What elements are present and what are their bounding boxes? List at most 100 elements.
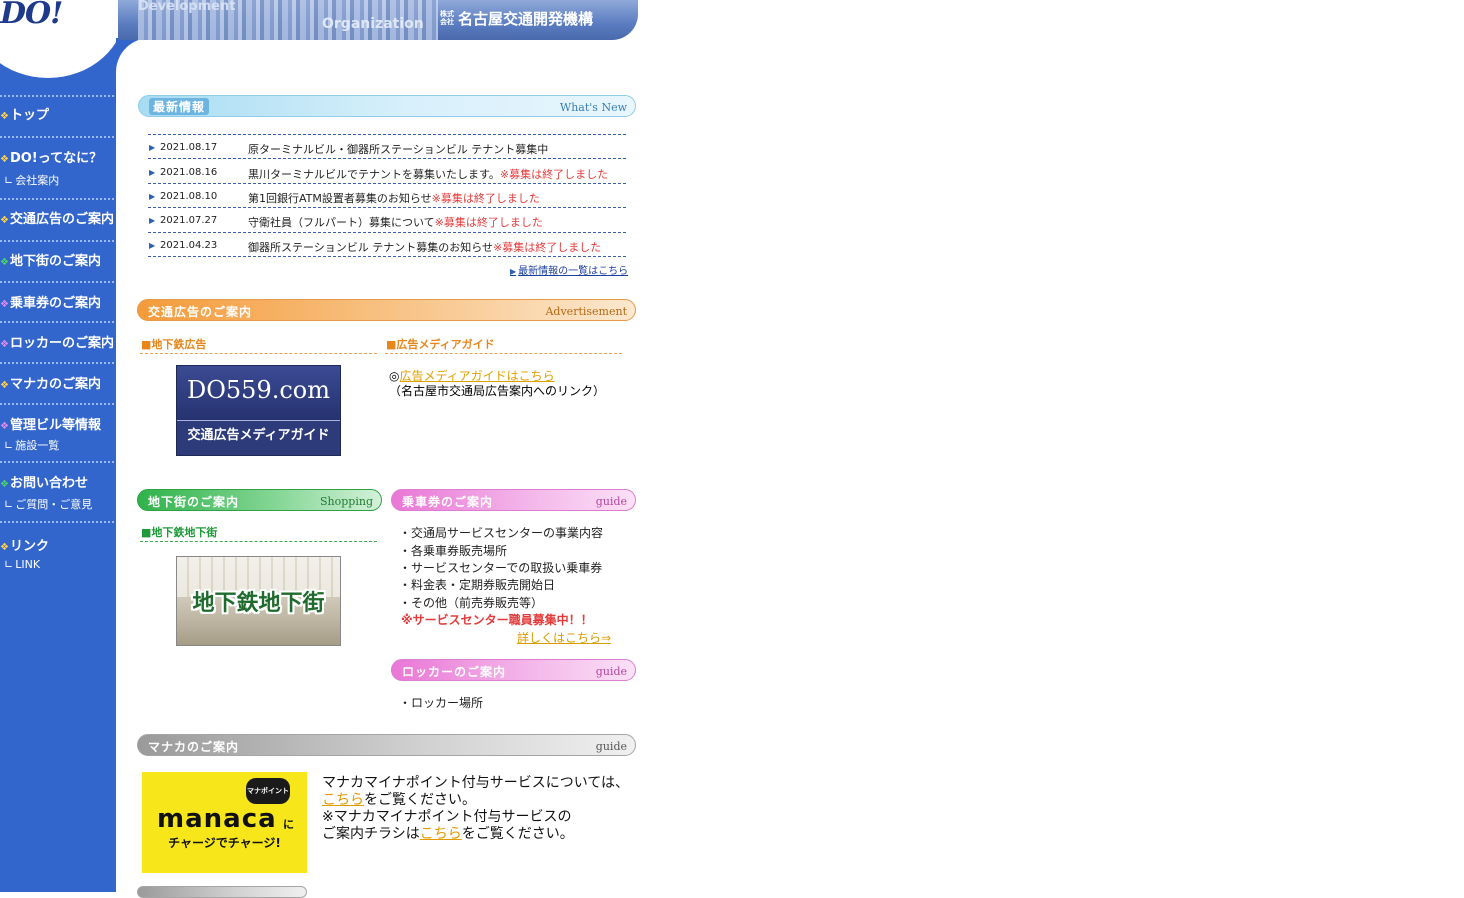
sidebar-item-buildings[interactable]: ❖管理ビル等情報 xyxy=(0,414,101,433)
nav-divider xyxy=(0,136,114,138)
ticket-item[interactable]: ・料金表・定期券販売開始日 xyxy=(399,576,555,593)
manaca-flyer-link[interactable]: こちら xyxy=(420,826,462,842)
manaca-ni: に xyxy=(283,818,294,831)
manaca-logo: manaca xyxy=(157,804,277,834)
underground-mall-image-label: 地下鉄地下街 xyxy=(192,591,325,616)
recruit-detail-link[interactable]: 詳しくはこちら⇒ xyxy=(517,629,611,646)
manaca-image[interactable]: マナポイント manaca に チャージでチャージ! xyxy=(142,772,307,873)
manaca-line-4: ご案内チラシはこちらをご覧ください。 xyxy=(322,826,574,842)
news-divider xyxy=(148,256,626,257)
nav-divider xyxy=(0,281,114,283)
service-center-recruit: ※サービスセンター職員募集中！！ xyxy=(401,613,593,627)
lockers-section-bar: ロッカーのご案内 guide xyxy=(391,659,636,681)
sidebar-sub-facilities[interactable]: ∟ 施設一覧 xyxy=(4,437,59,453)
news-divider xyxy=(148,158,626,159)
advertisement-heading: 交通広告のご案内 xyxy=(148,305,253,319)
sidebar-item-tickets[interactable]: ❖乗車券のご案内 xyxy=(0,292,101,311)
sidebar-item-underground[interactable]: ❖地下街のご案内 xyxy=(0,250,101,269)
company-prefix: 株式会社 xyxy=(440,10,454,26)
ticket-item[interactable]: ・各乗車券販売場所 xyxy=(399,542,507,559)
next-section-bar xyxy=(137,886,307,898)
diamond-bullet-icon: ❖ xyxy=(0,380,9,391)
diamond-bullet-icon: ❖ xyxy=(0,542,9,553)
sidebar-item-advertisement[interactable]: ❖交通広告のご案内 xyxy=(0,208,114,227)
subway-ad-heading: ■地下鉄広告 xyxy=(141,338,207,351)
news-divider xyxy=(148,183,626,184)
news-heading-en: What's New xyxy=(559,101,627,114)
media-guide-heading: ■広告メディアガイド xyxy=(386,338,495,351)
nav-divider xyxy=(0,240,114,242)
tickets-section-bar: 乗車券のご案内 guide xyxy=(391,489,636,511)
ad-banner-label: 交通広告メディアガイド xyxy=(187,428,330,443)
triangle-right-icon: ▶ xyxy=(149,216,156,225)
banner-word-organization: Organization xyxy=(322,16,424,32)
diamond-bullet-icon: ❖ xyxy=(0,479,9,490)
lockers-heading-en: guide xyxy=(595,665,627,678)
sidebar-item-top[interactable]: ❖トップ xyxy=(0,104,49,123)
underground-mall-image[interactable]: 地下鉄地下街 xyxy=(176,556,341,646)
sidebar-sub-inquiry[interactable]: ∟ ご質問・ご意見 xyxy=(4,496,92,512)
triangle-right-icon: ▶ xyxy=(149,192,156,201)
locker-item[interactable]: ・ロッカー場所 xyxy=(399,694,483,711)
nav-divider xyxy=(0,95,114,97)
sidebar-item-about[interactable]: ❖DO!ってなに？ xyxy=(0,147,102,166)
news-title[interactable]: 黒川ターミナルビルでテナントを募集いたします。※募集は終了しました xyxy=(248,166,608,182)
lockers-heading: ロッカーのご案内 xyxy=(402,665,507,679)
news-date: 2021.08.16 xyxy=(160,167,218,178)
news-title[interactable]: 御器所ステーションビル テナント募集のお知らせ※募集は終了しました xyxy=(248,239,601,255)
media-guide-note: （名古屋市交通局広告案内へのリンク） xyxy=(389,384,606,398)
triangle-right-icon: ▶ xyxy=(510,267,517,276)
company-name[interactable]: 名古屋交通開発機構 xyxy=(458,8,593,29)
sidebar-item-links[interactable]: ❖リンク xyxy=(0,535,49,554)
sidebar: DO! ❖トップ ❖DO!ってなに？ ∟ 会社案内 ❖交通広告のご案内 ❖地下街の… xyxy=(0,0,126,892)
media-guide-link[interactable]: 広告メディアガイドはこちら xyxy=(399,369,554,383)
ticket-item[interactable]: ・交通局サービスセンターの事業内容 xyxy=(399,524,603,541)
sidebar-item-manaca[interactable]: ❖マナカのご案内 xyxy=(0,373,101,392)
sidebar-sub-link[interactable]: ∟ LINK xyxy=(4,558,40,571)
news-divider xyxy=(148,134,626,135)
manaca-heading: マナカのご案内 xyxy=(148,740,240,754)
ad-media-guide-banner[interactable]: DO559.com 交通広告メディアガイド xyxy=(176,365,341,456)
header-banner: Development Organization 株式会社 名古屋交通開発機構 xyxy=(118,0,638,40)
ticket-item[interactable]: ・サービスセンターでの取扱い乗車券 xyxy=(399,559,602,576)
underground-mall-divider xyxy=(140,541,377,542)
nav-divider xyxy=(0,362,114,364)
site-logo[interactable]: DO! xyxy=(0,0,63,31)
triangle-right-icon: ▶ xyxy=(149,168,156,177)
triangle-right-icon: ▶ xyxy=(149,143,156,152)
sidebar-sub-company[interactable]: ∟ 会社案内 xyxy=(4,172,59,188)
sidebar-item-lockers[interactable]: ❖ロッカーのご案内 xyxy=(0,332,114,351)
news-date: 2021.04.23 xyxy=(160,240,218,251)
news-more-link[interactable]: ▶ 最新情報の一覧はこちら xyxy=(510,262,628,277)
subway-ad-divider xyxy=(140,353,377,354)
tickets-heading-en: guide xyxy=(595,495,627,508)
news-title[interactable]: 第1回銀行ATM設置者募集のお知らせ※募集は終了しました xyxy=(248,190,540,206)
sidebar-item-contact[interactable]: ❖お問い合わせ xyxy=(0,472,88,491)
manaca-charge-text: チャージでチャージ! xyxy=(168,836,281,850)
advertisement-section-bar: 交通広告のご案内 Advertisement xyxy=(137,299,636,321)
news-item[interactable]: ▶ 2021.07.27 守衛社員（フルパート）募集について※募集は終了しました xyxy=(148,210,626,234)
underground-mall-heading: ■地下鉄地下街 xyxy=(141,526,218,539)
mynapoint-badge: マナポイント xyxy=(246,778,290,804)
news-date: 2021.07.27 xyxy=(160,215,218,226)
news-date: 2021.08.10 xyxy=(160,191,218,202)
diamond-bullet-icon: ❖ xyxy=(0,257,9,268)
advertisement-heading-en: Advertisement xyxy=(545,305,627,318)
media-link-bullet: ◎ xyxy=(389,369,400,383)
shopping-section-bar: 地下街のご案内 Shopping xyxy=(137,489,382,511)
news-heading: 最新情報 xyxy=(149,98,210,115)
banner-word-development: Development xyxy=(138,0,236,14)
diamond-bullet-icon: ❖ xyxy=(0,154,9,165)
media-guide-divider xyxy=(385,353,622,354)
diamond-bullet-icon: ❖ xyxy=(0,111,9,122)
news-divider xyxy=(148,232,626,233)
news-section-bar: 最新情報 What's New xyxy=(138,95,636,117)
news-title[interactable]: 守衛社員（フルパート）募集について※募集は終了しました xyxy=(248,214,543,230)
ad-banner-rule xyxy=(177,420,340,421)
diamond-bullet-icon: ❖ xyxy=(0,215,9,226)
news-date: 2021.08.17 xyxy=(160,142,218,153)
nav-divider xyxy=(0,461,114,463)
ticket-item[interactable]: ・その他（前売券販売等） xyxy=(399,594,543,611)
manaca-section-bar: マナカのご案内 guide xyxy=(137,734,636,756)
news-title[interactable]: 原ターミナルビル・御器所ステーションビル テナント募集中 xyxy=(248,141,548,157)
